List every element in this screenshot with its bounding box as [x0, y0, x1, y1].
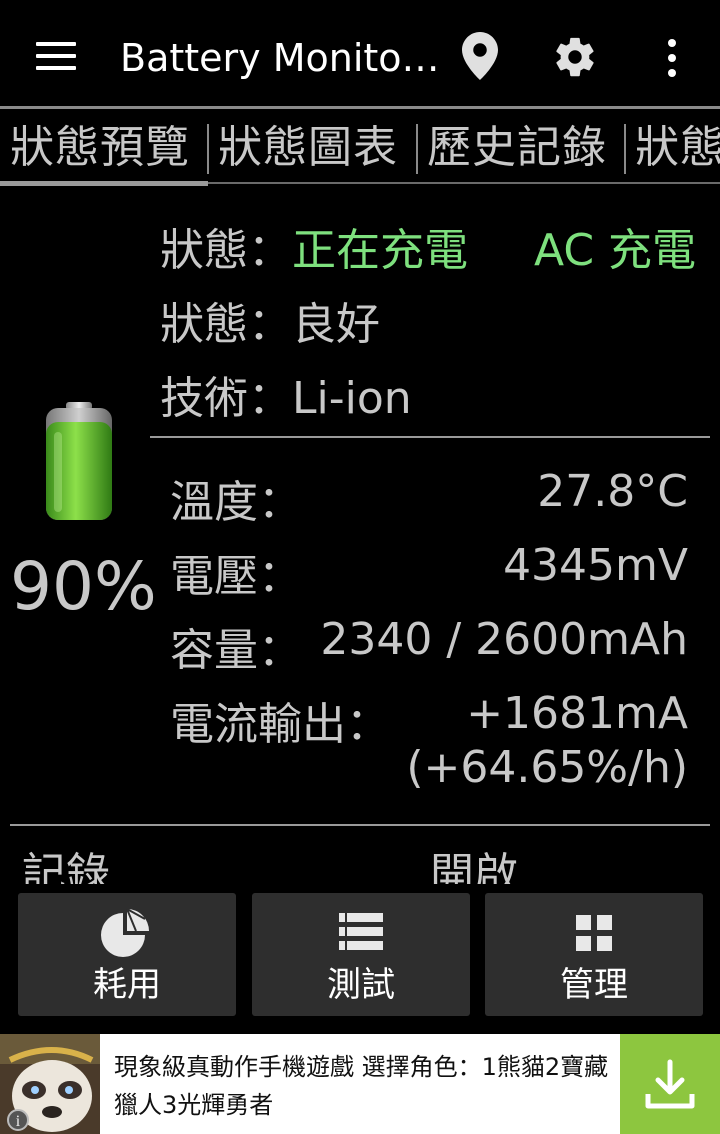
tab-charts[interactable]: 狀態圖表	[218, 110, 398, 186]
ad-download-button[interactable]	[620, 1034, 720, 1134]
test-button-label: 測試	[327, 965, 395, 1005]
battery-percent: 90%	[10, 548, 157, 625]
technology-row: 技術：Li-ion	[160, 362, 412, 426]
health-row: 狀態：良好	[160, 288, 380, 352]
tab-separator	[416, 124, 418, 174]
health-value: 良好	[292, 299, 380, 350]
ad-banner[interactable]: i 現象級真動作手機遊戲 選擇角色：1熊貓2寶藏獵人3光輝勇者	[0, 1034, 720, 1134]
voltage-label: 電壓：	[170, 551, 302, 602]
status-divider	[150, 436, 710, 438]
tech-label: 技術：	[160, 373, 292, 424]
tab-status[interactable]: 狀態	[635, 110, 720, 186]
manage-button-label: 管理	[560, 965, 628, 1005]
current-value: +1681mA	[466, 688, 688, 739]
charge-source: AC 充電	[534, 225, 697, 276]
list-icon	[339, 913, 383, 950]
state-value: 正在充電	[292, 225, 468, 276]
tab-history[interactable]: 歷史記錄	[427, 110, 607, 186]
gear-icon[interactable]	[552, 34, 598, 80]
tab-separator	[207, 124, 209, 174]
usage-button-label: 耗用	[93, 965, 161, 1005]
usage-button[interactable]: 耗用	[18, 893, 236, 1016]
grid-icon	[576, 915, 612, 951]
capacity-value: 2340 / 2600mAh	[320, 614, 688, 665]
enable-label[interactable]: 開啟	[430, 838, 518, 884]
record-label: 記錄	[22, 849, 110, 884]
health-label: 狀態：	[160, 299, 292, 350]
ad-thumbnail[interactable]: i	[0, 1034, 100, 1134]
current-label: 電流輸出：	[170, 699, 390, 750]
temperature-value: 27.8°C	[537, 466, 688, 517]
temperature-label: 溫度：	[170, 477, 302, 528]
location-pin-icon[interactable]	[462, 32, 498, 80]
battery-icon	[46, 402, 112, 520]
tab-bar: 狀態預覽 狀態圖表 歷史記錄 狀態	[0, 110, 720, 186]
details-divider	[10, 824, 710, 826]
capacity-label: 容量：	[170, 625, 302, 676]
tech-value: Li-ion	[292, 373, 412, 424]
manage-button[interactable]: 管理	[485, 893, 703, 1016]
menu-icon[interactable]	[36, 42, 76, 72]
tab-overview[interactable]: 狀態預覽	[10, 110, 190, 186]
app-title: Battery Monito…	[120, 36, 440, 80]
svg-text:i: i	[16, 1113, 21, 1130]
download-icon	[645, 1059, 695, 1109]
test-button[interactable]: 測試	[252, 893, 470, 1016]
voltage-value: 4345mV	[503, 540, 688, 591]
tab-indicator	[0, 181, 208, 186]
charging-state-row: 狀態：正在充電	[160, 214, 468, 278]
appbar-divider	[0, 106, 720, 109]
current-rate: (+64.65%/h)	[406, 742, 688, 793]
ad-text[interactable]: 現象級真動作手機遊戲 選擇角色：1熊貓2寶藏獵人3光輝勇者	[114, 1048, 614, 1124]
state-label: 狀態：	[160, 225, 292, 276]
more-vert-icon[interactable]	[660, 38, 684, 78]
pie-chart-icon	[101, 908, 149, 957]
app-bar: Battery Monito…	[0, 0, 720, 108]
tab-separator	[624, 124, 626, 174]
